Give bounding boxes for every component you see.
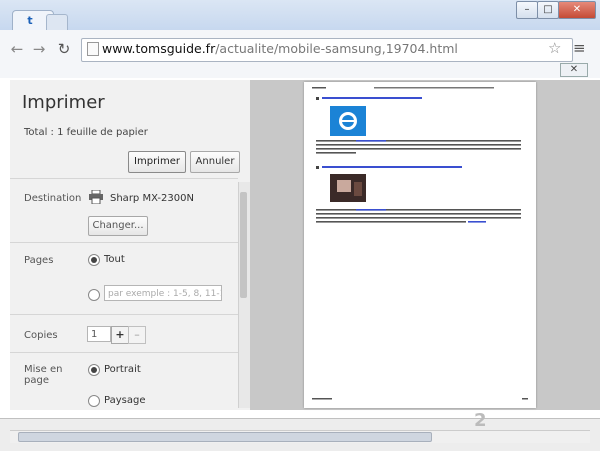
- cancel-button[interactable]: Annuler: [190, 151, 240, 173]
- pages-custom-radio[interactable]: [88, 289, 100, 301]
- minimize-button[interactable]: –: [516, 1, 538, 19]
- print-button[interactable]: Imprimer: [128, 151, 186, 173]
- destination-label: Destination: [24, 193, 82, 204]
- close-window-button[interactable]: ✕: [558, 1, 596, 19]
- divider: [10, 352, 238, 353]
- url-text[interactable]: www.tomsguide.fr/actualite/mobile-samsun…: [102, 41, 458, 56]
- preview-page-content: [312, 87, 528, 400]
- divider: [10, 178, 238, 179]
- bookmark-star-icon[interactable]: ☆: [548, 39, 561, 57]
- sidebar-scrollbar-thumb[interactable]: [240, 192, 247, 298]
- copies-decrement-button[interactable]: –: [128, 326, 146, 344]
- printer-icon: [89, 190, 103, 204]
- copies-input[interactable]: 1: [87, 326, 111, 342]
- preview-page[interactable]: [304, 82, 536, 408]
- portrait-label: Portrait: [104, 364, 141, 375]
- new-tab-button[interactable]: [46, 14, 68, 31]
- divider: [10, 314, 238, 315]
- infobar: [0, 62, 600, 78]
- pages-range-input[interactable]: par exemple : 1-5, 8, 11-13: [104, 285, 222, 301]
- pages-all-radio[interactable]: [88, 254, 100, 266]
- page-icon: [87, 42, 99, 56]
- next-page-number: 2: [474, 410, 487, 431]
- landscape-label: Paysage: [104, 395, 146, 406]
- url-path: /actualite/mobile-samsung,19704.html: [215, 41, 458, 56]
- forward-arrow-icon[interactable]: →: [30, 40, 48, 58]
- landscape-radio[interactable]: [88, 395, 100, 407]
- reload-icon[interactable]: ↻: [55, 40, 73, 58]
- horizontal-scrollbar-thumb[interactable]: [18, 432, 432, 442]
- back-arrow-icon[interactable]: ←: [8, 40, 26, 58]
- url-host: www.tomsguide.fr: [102, 41, 216, 56]
- change-destination-button[interactable]: Changer...: [88, 216, 148, 236]
- divider: [10, 242, 238, 243]
- total-sheets-text: Total : 1 feuille de papier: [24, 127, 148, 138]
- print-dialog-title: Imprimer: [22, 92, 105, 113]
- portrait-radio[interactable]: [88, 364, 100, 376]
- tab-favicon-icon: t: [27, 14, 33, 27]
- maximize-button[interactable]: □: [537, 1, 559, 19]
- menu-icon[interactable]: ≡: [573, 39, 586, 57]
- print-preview-close-icon[interactable]: ✕: [560, 63, 588, 77]
- copies-label: Copies: [24, 330, 58, 341]
- layout-label: Mise en page: [24, 364, 63, 386]
- window-titlebar: [0, 0, 600, 30]
- pages-all-label: Tout: [104, 254, 125, 265]
- printer-name: Sharp MX-2300N: [110, 193, 194, 204]
- copies-increment-button[interactable]: +: [111, 326, 129, 344]
- pages-label: Pages: [24, 255, 54, 266]
